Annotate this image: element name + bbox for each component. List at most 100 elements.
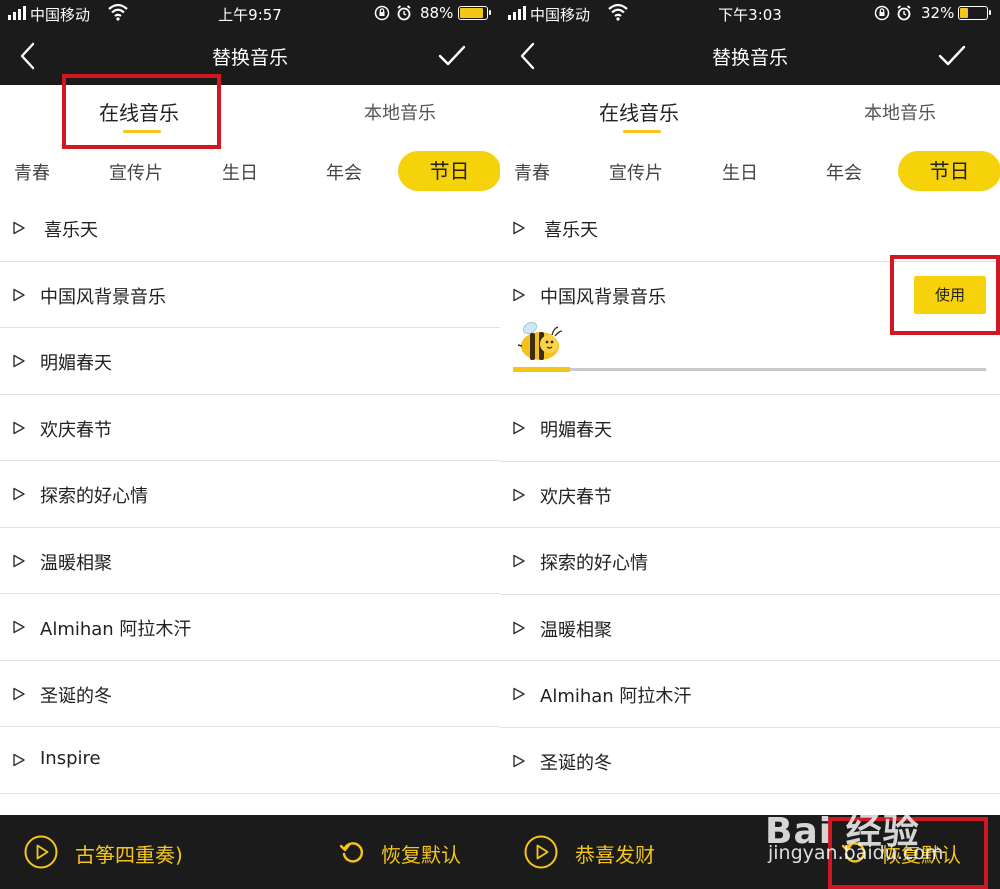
alarm-icon: [897, 5, 911, 21]
play-triangle-icon[interactable]: [512, 221, 526, 235]
tab-online-music[interactable]: 在线音乐: [99, 97, 179, 126]
play-triangle-icon[interactable]: [12, 687, 26, 701]
song-row[interactable]: 明媚春天: [0, 328, 500, 395]
restore-default-button[interactable]: 恢复默认: [881, 839, 961, 868]
play-triangle-icon[interactable]: [512, 288, 526, 302]
song-title: 喜乐天: [544, 220, 598, 241]
tab-local-music[interactable]: 本地音乐: [364, 99, 436, 125]
tab-online-music[interactable]: 在线音乐: [599, 97, 679, 126]
play-triangle-icon[interactable]: [512, 621, 526, 635]
phone-right: 中国移动 下午3:03 32% 替换音乐 在线音乐 本地音乐 青春 宣传片 生日…: [500, 0, 1000, 889]
song-title: 中国风背景音乐: [540, 286, 666, 308]
song-row[interactable]: 欢庆春节: [500, 462, 1000, 528]
play-triangle-icon[interactable]: [12, 421, 26, 435]
category-birthday[interactable]: 生日: [722, 159, 758, 185]
song-title: 欢庆春节: [40, 419, 112, 441]
category-annual-party[interactable]: 年会: [826, 159, 862, 185]
play-triangle-icon[interactable]: [12, 487, 26, 501]
category-youth[interactable]: 青春: [514, 159, 550, 185]
restore-icon[interactable]: [842, 839, 868, 865]
category-birthday[interactable]: 生日: [222, 159, 258, 185]
song-row[interactable]: 欢庆春节: [0, 395, 500, 461]
song-row[interactable]: 中国风背景音乐 使用: [500, 262, 1000, 329]
play-triangle-icon[interactable]: [12, 753, 26, 767]
song-title: Inspire: [40, 748, 101, 769]
song-title: 探索的好心情: [40, 486, 148, 507]
song-title: 温暖相聚: [540, 619, 612, 641]
play-triangle-icon[interactable]: [12, 221, 26, 235]
page-title: 替换音乐: [211, 47, 288, 69]
category-promo[interactable]: 宣传片: [109, 159, 163, 185]
song-list: 喜乐天中国风背景音乐 明媚春天欢庆春节探索的好心情 温暖相聚 Almihan 阿拉木汗…: [0, 195, 500, 794]
tab-active-indicator: [623, 130, 661, 133]
play-triangle-icon[interactable]: [512, 488, 526, 502]
playback-progress[interactable]: [500, 321, 1000, 395]
category-promo[interactable]: 宣传片: [609, 159, 663, 185]
category-youth[interactable]: 青春: [14, 159, 50, 185]
checkmark-icon[interactable]: [938, 44, 966, 68]
page-title: 替换音乐: [711, 47, 788, 69]
song-title: Almihan 阿拉木汗: [40, 619, 192, 640]
song-row[interactable]: Almihan 阿拉木汗: [500, 661, 1000, 728]
play-circle-icon[interactable]: [24, 835, 58, 869]
phone-left: 中国移动 上午9:57 88% 替换音乐 在线音乐 本地音乐 青春 宣传片 生日…: [0, 0, 500, 889]
song-row[interactable]: 中国风背景音乐: [0, 262, 500, 328]
category-bar: 青春 宣传片 生日 年会 节日: [500, 148, 1000, 194]
restore-default-button[interactable]: 恢复默认: [381, 839, 461, 868]
song-row[interactable]: 圣诞的冬: [500, 728, 1000, 794]
song-row[interactable]: Inspire: [0, 727, 500, 794]
song-title: 圣诞的冬: [540, 752, 612, 774]
restore-icon[interactable]: [340, 839, 366, 865]
category-festival[interactable]: 节日: [398, 151, 500, 191]
song-title: 圣诞的冬: [40, 685, 112, 707]
song-row[interactable]: 喜乐天: [500, 195, 1000, 262]
tab-active-indicator: [123, 130, 161, 133]
use-button[interactable]: 使用: [914, 275, 986, 314]
status-bar: 中国移动 下午3:03 32%: [500, 0, 1000, 28]
song-row[interactable]: 圣诞的冬: [0, 661, 500, 727]
song-title: 中国风背景音乐: [40, 286, 166, 308]
orientation-lock-icon: [374, 5, 390, 21]
top-bar: 中国移动 上午9:57 88% 替换音乐: [0, 0, 500, 85]
song-list: 喜乐天中国风背景音乐 使用明媚春天欢庆春节探索的好心情 温暖相聚 Almihan 阿拉…: [500, 195, 1000, 794]
song-title: 温暖相聚: [40, 552, 112, 574]
battery-icon: [958, 6, 991, 20]
song-row[interactable]: 明媚春天: [500, 395, 1000, 462]
orientation-lock-icon: [874, 5, 890, 21]
battery-icon: [458, 6, 491, 20]
song-row[interactable]: 温暖相聚: [0, 528, 500, 594]
play-triangle-icon[interactable]: [12, 288, 26, 302]
song-row[interactable]: 探索的好心情: [500, 528, 1000, 595]
song-title: 明媚春天: [40, 353, 112, 374]
alarm-icon: [397, 5, 411, 21]
play-circle-icon[interactable]: [524, 835, 558, 869]
progress-track[interactable]: [513, 368, 986, 371]
play-triangle-icon[interactable]: [512, 687, 526, 701]
status-bar: 中国移动 上午9:57 88%: [0, 0, 500, 28]
checkmark-icon[interactable]: [438, 44, 466, 68]
play-triangle-icon[interactable]: [12, 620, 26, 634]
source-tabs: 在线音乐 本地音乐: [0, 85, 500, 145]
play-triangle-icon[interactable]: [12, 354, 26, 368]
battery-percent: 32%: [921, 4, 955, 22]
tab-local-music[interactable]: 本地音乐: [864, 99, 936, 125]
category-bar: 青春 宣传片 生日 年会 节日: [0, 148, 500, 194]
play-triangle-icon[interactable]: [512, 421, 526, 435]
battery-percent: 88%: [420, 4, 454, 22]
bottom-bar: 古筝四重奏) 恢复默认: [0, 815, 500, 889]
song-row[interactable]: 探索的好心情: [0, 461, 500, 528]
category-festival[interactable]: 节日: [898, 151, 1000, 191]
song-row[interactable]: 喜乐天: [0, 195, 500, 262]
play-triangle-icon[interactable]: [512, 554, 526, 568]
song-row[interactable]: 温暖相聚: [500, 595, 1000, 661]
category-annual-party[interactable]: 年会: [326, 159, 362, 185]
bottom-bar: 恭喜发财 恢复默认: [500, 815, 1000, 889]
progress-fill: [513, 367, 570, 372]
song-title: 欢庆春节: [540, 486, 612, 508]
play-triangle-icon[interactable]: [512, 754, 526, 768]
song-title: 探索的好心情: [540, 553, 648, 574]
current-song-label: 恭喜发财: [575, 843, 655, 867]
play-triangle-icon[interactable]: [12, 554, 26, 568]
song-row[interactable]: Almihan 阿拉木汗: [0, 594, 500, 661]
current-song-label: 古筝四重奏): [75, 843, 183, 867]
